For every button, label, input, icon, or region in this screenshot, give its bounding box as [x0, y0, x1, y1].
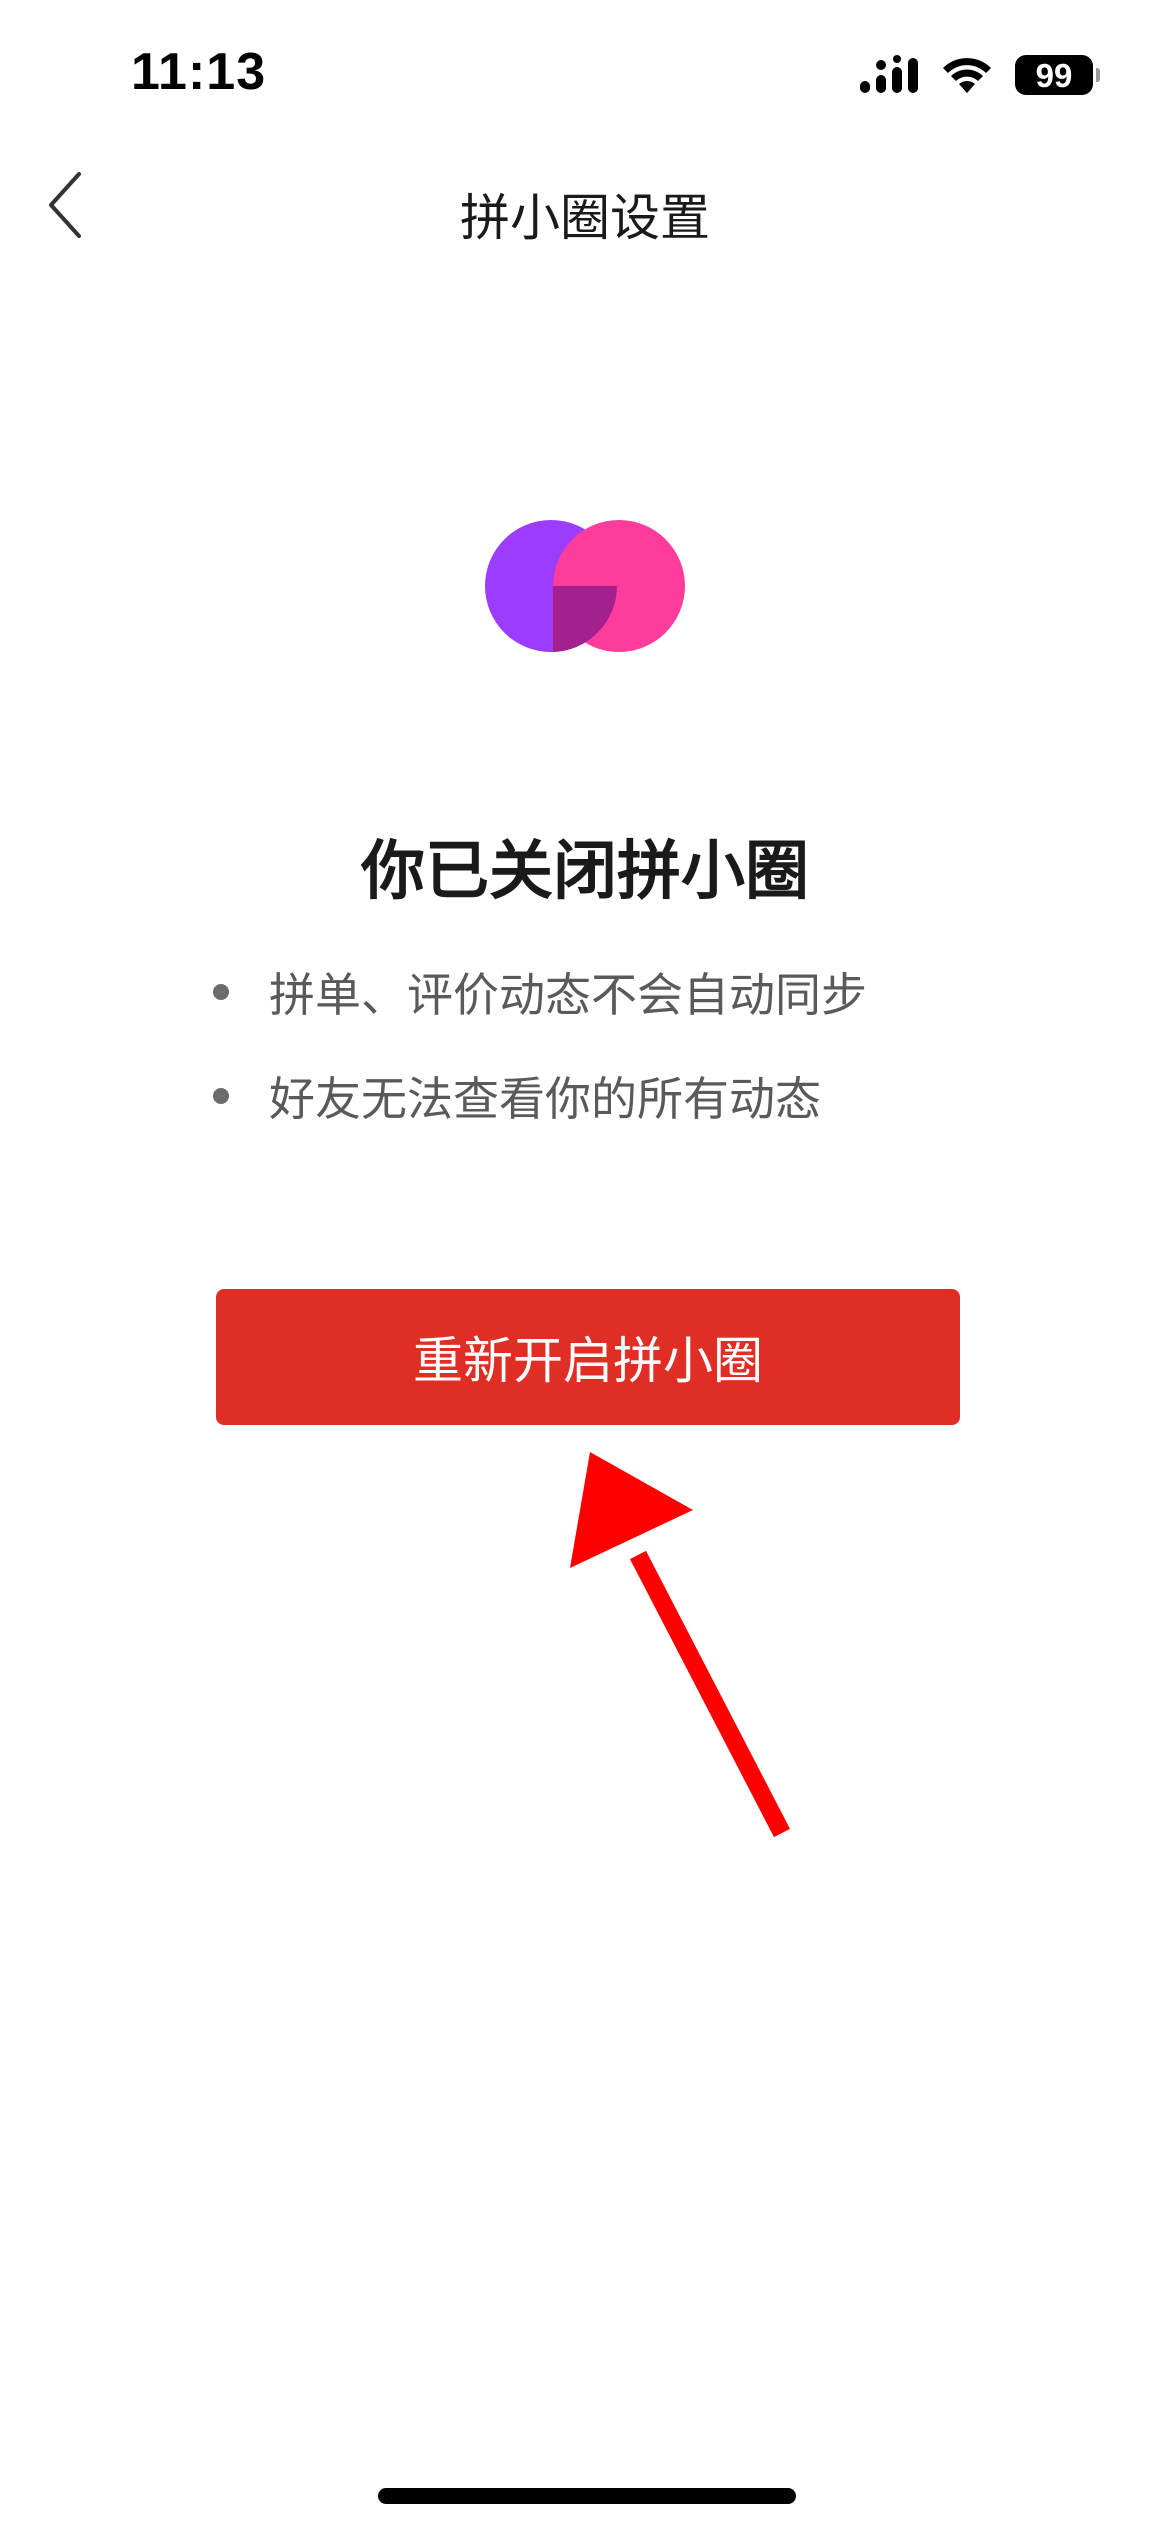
- reopen-button[interactable]: 重新开启拼小圈: [216, 1289, 960, 1425]
- page-title: 拼小圈设置: [460, 189, 710, 247]
- status-time: 11:13: [131, 43, 267, 101]
- wifi-icon: [943, 58, 991, 93]
- info-list: 拼单、评价动态不会自动同步 好友无法查看你的所有动态: [213, 962, 867, 1170]
- status-heading: 你已关闭拼小圈: [361, 835, 809, 909]
- list-item-text: 好友无法查看你的所有动态: [269, 1072, 821, 1126]
- red-arrow-icon: [570, 1452, 790, 1838]
- pinxiaoquan-logo-icon: [485, 520, 685, 652]
- battery-cap: [1096, 68, 1100, 82]
- list-item-text: 拼单、评价动态不会自动同步: [269, 968, 867, 1022]
- status-icons: 99: [859, 55, 1100, 95]
- bullet-dot: [213, 984, 229, 1000]
- bullet-dot: [213, 1088, 229, 1104]
- list-item: 拼单、评价动态不会自动同步: [213, 962, 867, 1022]
- list-item: 好友无法查看你的所有动态: [213, 1066, 867, 1126]
- battery-icon: 99: [1015, 55, 1100, 95]
- cellular-signal-icon: [860, 55, 918, 93]
- home-indicator[interactable]: [378, 2488, 796, 2504]
- battery-level: 99: [1015, 55, 1093, 95]
